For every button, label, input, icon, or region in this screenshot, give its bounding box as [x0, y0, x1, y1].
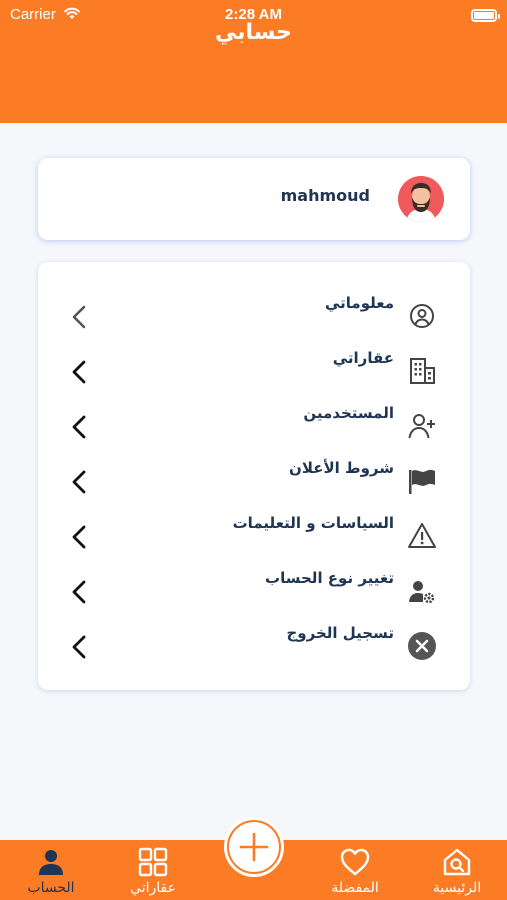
nav-label: الرئيسية: [432, 880, 482, 896]
avatar-icon: [398, 176, 444, 222]
menu-item-label: عقاراتي: [332, 349, 394, 367]
nav-label: المفضلة: [331, 880, 379, 896]
chevron-left-icon: [72, 305, 86, 329]
flag-icon: [409, 469, 435, 494]
menu-item-label: السياسات و التعليمات: [232, 514, 394, 532]
home-search-icon: [443, 848, 471, 876]
nav-home[interactable]: الرئيسية: [412, 840, 502, 900]
chevron-left-icon: [72, 360, 86, 384]
profile-name: mahmoud: [280, 186, 370, 205]
nav-favorites[interactable]: المفضلة: [310, 840, 400, 900]
chevron-left-icon: [72, 580, 86, 604]
menu-item-label: تغيير نوع الحساب: [265, 569, 394, 587]
avatar: [398, 176, 444, 222]
nav-label: الحساب: [27, 880, 75, 896]
menu-item-logout[interactable]: تسجيل الخروج: [38, 622, 470, 674]
grid-icon: [138, 847, 168, 877]
menu-item-ad-terms[interactable]: شروط الأعلان: [38, 457, 470, 509]
profile-card[interactable]: mahmoud: [38, 158, 470, 240]
building-icon: [410, 358, 435, 384]
header-bar: Carrier 2:28 AM حسابي: [0, 0, 507, 123]
menu-item-users[interactable]: المستخدمين: [38, 402, 470, 454]
menu-item-my-info[interactable]: معلوماتي: [38, 292, 470, 344]
menu-item-change-account-type[interactable]: تغيير نوع الحساب: [38, 567, 470, 619]
menu-item-label: المستخدمين: [303, 404, 394, 422]
chevron-left-icon: [72, 470, 86, 494]
nav-label: عقاراتي: [130, 880, 176, 896]
user-circle-icon: [410, 304, 434, 328]
menu-item-policies[interactable]: السياسات و التعليمات: [38, 512, 470, 564]
chevron-left-icon: [72, 525, 86, 549]
menu-card: معلوماتي عقاراتي المستخدمين شروط الأعلان…: [38, 262, 470, 690]
user-gear-icon: [409, 581, 435, 604]
menu-item-label: تسجيل الخروج: [286, 624, 395, 642]
user-plus-icon: [408, 414, 435, 439]
add-button[interactable]: [224, 817, 284, 877]
plus-icon: [239, 832, 269, 862]
close-circle-icon: [408, 632, 436, 660]
page-title: حسابي: [214, 20, 293, 45]
nav-my-properties[interactable]: عقاراتي: [108, 840, 198, 900]
nav-account[interactable]: الحساب: [6, 840, 96, 900]
person-icon: [39, 850, 63, 875]
heart-icon: [340, 848, 370, 876]
menu-item-my-properties[interactable]: عقاراتي: [38, 347, 470, 399]
add-button-inner: [229, 822, 279, 872]
chevron-left-icon: [72, 635, 86, 659]
warning-icon: [408, 523, 436, 548]
chevron-left-icon: [72, 415, 86, 439]
menu-item-label: شروط الأعلان: [289, 459, 394, 477]
menu-item-label: معلوماتي: [324, 294, 394, 312]
